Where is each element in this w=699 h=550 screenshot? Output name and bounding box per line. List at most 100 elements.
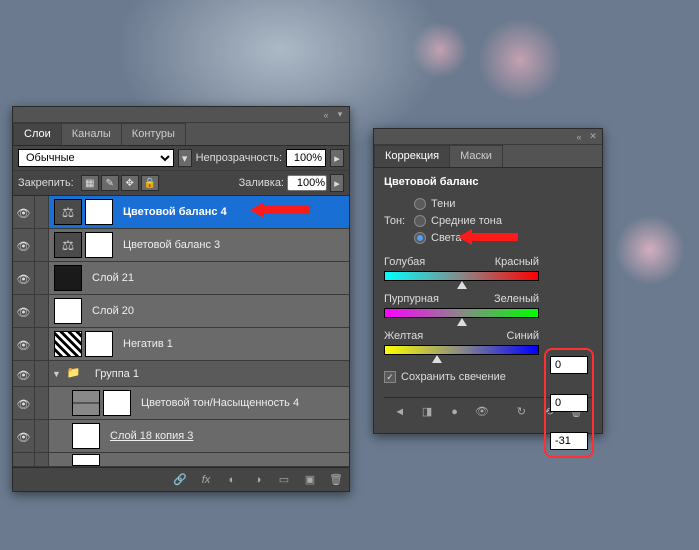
layer-row[interactable]: 👁 Негатив 1 (13, 328, 349, 361)
slider-group: ГолубаяКрасный (384, 256, 539, 281)
visibility-toggle[interactable]: 👁 (13, 295, 35, 327)
panel-header[interactable]: « ✕ (374, 129, 602, 145)
collapse-icon[interactable]: « (321, 110, 331, 120)
layer-row[interactable]: 👁 Слой 21 (13, 262, 349, 295)
radio-icon (414, 198, 426, 210)
panel-header[interactable]: « ▾ (13, 107, 349, 123)
layer-row[interactable] (13, 453, 349, 467)
visibility-toggle[interactable] (13, 453, 35, 466)
mask-icon[interactable]: ◐ (224, 473, 240, 487)
slider-handle[interactable] (457, 281, 467, 289)
folder-icon: 📁 (67, 366, 87, 382)
lock-transparency-icon[interactable]: ▦ (81, 175, 99, 191)
visibility-toggle[interactable]: 👁 (13, 262, 35, 294)
mask-thumbnail[interactable] (103, 390, 131, 416)
link-col (35, 361, 49, 386)
lock-row: Закрепить: ▦ ✎ ✥ 🔒 Заливка: ▸ (13, 171, 349, 196)
slider-value-input[interactable] (550, 356, 588, 374)
clip-icon[interactable]: ● (447, 405, 462, 419)
opacity-input[interactable] (286, 149, 326, 167)
layer-row[interactable]: 👁 Слой 20 (13, 295, 349, 328)
menu-icon[interactable]: ▾ (335, 110, 345, 120)
fill-input[interactable] (287, 175, 327, 191)
expand-icon[interactable]: ◨ (419, 405, 434, 419)
reset-icon[interactable]: ↻ (514, 405, 529, 419)
layer-row[interactable]: 👁 ⚖ Цветовой баланс 3 (13, 229, 349, 262)
layer-name[interactable]: Слой 20 (92, 305, 134, 317)
group-expand-icon[interactable]: ▼ (52, 369, 61, 379)
new-layer-icon[interactable]: ▣ (302, 473, 318, 487)
layer-thumbnails (49, 331, 118, 357)
layer-name[interactable]: Негатив 1 (123, 338, 173, 350)
tone-radio[interactable]: Тени (414, 198, 502, 210)
layer-thumbnail[interactable] (54, 265, 82, 291)
layer-thumbnails: ⚖ (49, 199, 118, 225)
lock-pixels-icon[interactable]: ✎ (101, 175, 119, 191)
layer-row[interactable]: 👁 Цветовой тон/Насыщенность 4 (13, 387, 349, 420)
trash-icon[interactable]: 🗑 (328, 473, 344, 487)
visibility-icon[interactable]: 👁 (474, 405, 489, 419)
visibility-toggle[interactable]: 👁 (13, 420, 35, 452)
lock-all-icon[interactable]: 🔒 (141, 175, 159, 191)
slider-group: ПурпурнаяЗеленый (384, 293, 539, 318)
blend-mode-select[interactable]: Обычные (18, 149, 174, 167)
opacity-dropdown-icon[interactable]: ▸ (330, 149, 344, 167)
blend-dropdown-icon[interactable]: ▾ (178, 149, 192, 167)
layer-name[interactable]: Цветовой баланс 4 (123, 206, 227, 218)
layer-name[interactable]: Группа 1 (95, 368, 139, 380)
collapse-icon[interactable]: « (574, 132, 584, 142)
link-col (35, 262, 49, 294)
tone-radio[interactable]: Средние тона (414, 215, 502, 227)
layer-thumbnail[interactable] (54, 298, 82, 324)
link-col (35, 229, 49, 261)
eye-icon: 👁 (17, 240, 31, 250)
visibility-toggle[interactable]: 👁 (13, 196, 35, 228)
checkbox-icon[interactable]: ✓ (384, 371, 396, 383)
close-icon[interactable]: ✕ (588, 132, 598, 142)
layers-list: 👁 ⚖ Цветовой баланс 4 👁 ⚖ Цветовой баланс 3 👁 С… (13, 196, 349, 467)
tab-paths[interactable]: Контуры (121, 123, 186, 145)
eye-icon: 👁 (17, 398, 31, 408)
slider-track[interactable] (384, 308, 539, 318)
tab-layers[interactable]: Слои (13, 123, 62, 145)
lock-position-icon[interactable]: ✥ (121, 175, 139, 191)
layer-name[interactable]: Цветовой тон/Насыщенность 4 (141, 397, 299, 409)
layer-thumbnail[interactable]: ⚖ (54, 232, 82, 258)
fill-dropdown-icon[interactable]: ▸ (330, 174, 344, 192)
visibility-toggle[interactable]: 👁 (13, 387, 35, 419)
mask-thumbnail[interactable] (85, 331, 113, 357)
adj-body: Цветовой баланс Тон: ТениСредние тонаСве… (374, 167, 602, 433)
layer-name[interactable]: Цветовой баланс 3 (123, 239, 220, 251)
mask-thumbnail[interactable] (85, 199, 113, 225)
mask-thumbnail[interactable] (85, 232, 113, 258)
layer-thumbnail[interactable] (72, 423, 100, 449)
layer-row[interactable]: 👁 ▼ 📁 Группа 1 (13, 361, 349, 387)
tab-masks[interactable]: Маски (449, 145, 503, 167)
layer-name[interactable]: Слой 21 (92, 272, 134, 284)
slider-track[interactable] (384, 345, 539, 355)
visibility-toggle[interactable]: 👁 (13, 361, 35, 386)
slider-right-label: Красный (495, 256, 539, 268)
tab-channels[interactable]: Каналы (61, 123, 122, 145)
group-icon[interactable]: ▭ (276, 473, 292, 487)
layer-row[interactable]: 👁 Слой 18 копия 3 (13, 420, 349, 453)
layer-thumbnail[interactable] (72, 390, 100, 416)
link-layers-icon[interactable]: 🔗 (172, 473, 188, 487)
layer-name[interactable]: Слой 18 копия 3 (110, 430, 193, 442)
slider-left-label: Желтая (384, 330, 423, 342)
layer-thumbnail[interactable]: ⚖ (54, 199, 82, 225)
fx-icon[interactable]: fx (198, 473, 214, 487)
layer-thumbnail[interactable] (54, 331, 82, 357)
slider-value-input[interactable] (550, 394, 588, 412)
slider-handle[interactable] (457, 318, 467, 326)
layer-thumbnail[interactable] (72, 454, 100, 466)
slider-track[interactable] (384, 271, 539, 281)
visibility-toggle[interactable]: 👁 (13, 229, 35, 261)
slider-handle[interactable] (432, 355, 442, 363)
back-icon[interactable]: ◄ (392, 405, 407, 419)
slider-value-input[interactable] (550, 432, 588, 450)
adjustment-icon[interactable]: ◑ (250, 473, 266, 487)
tab-correction[interactable]: Коррекция (374, 145, 450, 167)
fill-label: Заливка: (239, 177, 284, 189)
visibility-toggle[interactable]: 👁 (13, 328, 35, 360)
